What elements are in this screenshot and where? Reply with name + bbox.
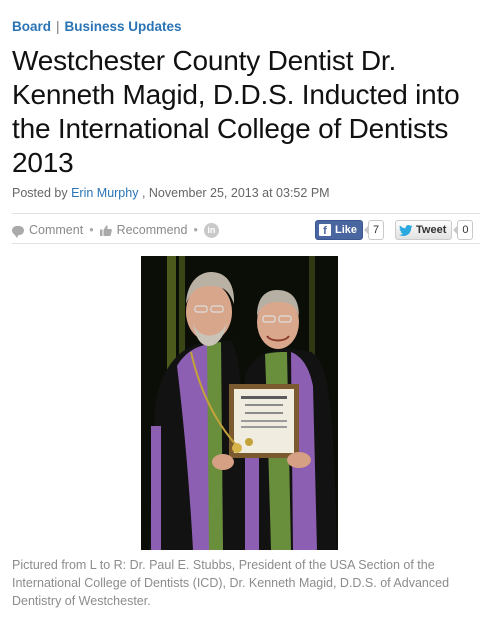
article-title: Westchester County Dentist Dr. Kenneth M… [12, 45, 460, 178]
facebook-like-widget: f Like 7 [315, 220, 385, 240]
linkedin-icon[interactable]: in [203, 222, 219, 238]
post-date: , November 25, 2013 at 03:52 PM [141, 186, 330, 200]
divider-bottom [12, 243, 480, 244]
twitter-bird-icon [399, 224, 413, 236]
recommend-label: Recommend [116, 223, 188, 237]
byline-prefix: Posted by [12, 186, 68, 200]
photo-caption: Pictured from L to R: Dr. Paul E. Stubbs… [12, 558, 450, 608]
facebook-icon: f [319, 224, 331, 237]
action-separator: • [193, 223, 198, 237]
author-link[interactable]: Erin Murphy [71, 186, 138, 200]
thumbs-up-icon [99, 224, 112, 236]
tweet-count: 0 [453, 220, 474, 240]
breadcrumb: Board | Business Updates [12, 19, 182, 34]
article-photo [141, 256, 338, 550]
tweet-widget: Tweet 0 [395, 220, 474, 240]
tweet-button[interactable]: Tweet [395, 220, 453, 240]
action-separator: • [89, 223, 94, 237]
comment-button[interactable]: Comment [12, 223, 84, 238]
divider-top [12, 213, 480, 214]
article-actions: Comment • Recommend • in [12, 221, 219, 239]
article-byline: Posted by Erin Murphy , November 25, 201… [12, 186, 330, 200]
breadcrumb-separator: | [56, 19, 60, 34]
recommend-button[interactable]: Recommend [99, 223, 188, 237]
speech-bubble-icon [12, 225, 24, 238]
facebook-like-count: 7 [363, 220, 385, 240]
comment-label: Comment [29, 223, 84, 237]
breadcrumb-business-updates-link[interactable]: Business Updates [65, 19, 182, 34]
breadcrumb-board-link[interactable]: Board [12, 19, 51, 34]
tweet-label: Tweet [416, 224, 447, 236]
facebook-like-label: Like [335, 224, 358, 236]
induction-photo-illustration [141, 256, 338, 550]
facebook-like-button[interactable]: f Like [315, 220, 364, 240]
